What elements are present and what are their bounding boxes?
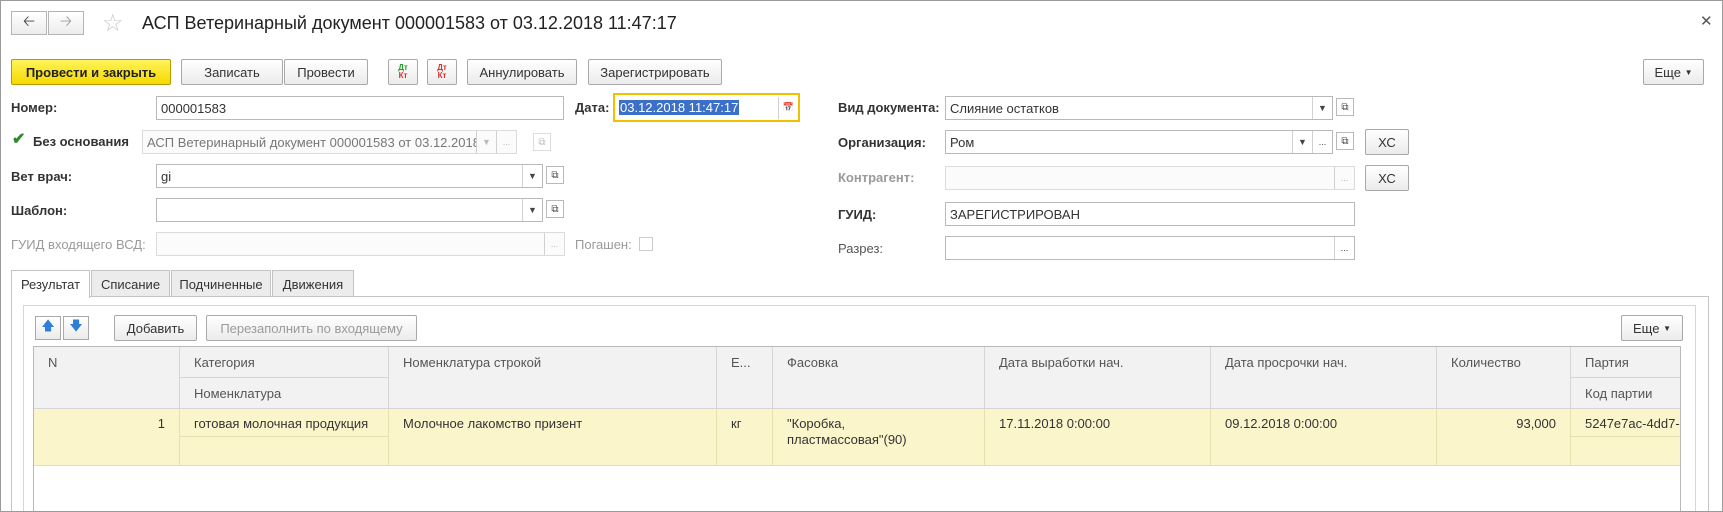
cell-batch[interactable]: 5247e7ac-4dd7-4 (1571, 409, 1680, 437)
incoming-guid-field[interactable]: ... (156, 232, 565, 256)
org-field[interactable]: Ром ▼ ... (945, 130, 1333, 154)
no-basis-checkbox[interactable]: ✔ (12, 129, 25, 149)
arrow-down-icon: 🡇 (69, 318, 83, 333)
template-label: Шаблон: (11, 203, 68, 218)
open-basis-icon[interactable]: ⧉ (533, 133, 551, 151)
open-vet-icon[interactable]: ⧉ (546, 166, 564, 184)
tab-writeoff[interactable]: Списание (91, 270, 170, 297)
move-down-button[interactable]: 🡇 (63, 316, 89, 340)
dropdown-icon[interactable]: ▼ (1292, 131, 1312, 153)
result-table[interactable]: N Категория Номенклатура Номенклатура ст… (33, 346, 1681, 512)
register-button[interactable]: Зарегистрировать (588, 59, 722, 85)
move-up-button[interactable]: 🡅 (35, 316, 61, 340)
cell-exp-date[interactable]: 09.12.2018 0:00:00 (1211, 409, 1437, 466)
select-ellipsis-icon[interactable]: ... (1312, 131, 1332, 153)
repaid-checkbox[interactable] (639, 237, 653, 251)
guid-label: ГУИД: (838, 207, 877, 222)
cell-nomenclature[interactable] (180, 437, 389, 466)
tab-subordinate[interactable]: Подчиненные (171, 270, 271, 297)
doc-type-label: Вид документа: (838, 100, 940, 115)
arrow-left-icon: 🡠 (22, 12, 36, 30)
date-label: Дата: (575, 100, 610, 115)
col-unit-header[interactable]: Е... (717, 347, 773, 409)
basis-field[interactable]: АСП Ветеринарный документ 000001583 от 0… (142, 130, 517, 154)
cell-batch-code[interactable] (1571, 437, 1680, 466)
chevron-down-icon: ▼ (1684, 67, 1693, 77)
doc-type-field[interactable]: Слияние остатков ▼ (945, 96, 1333, 120)
open-org-icon[interactable]: ⧉ (1336, 132, 1354, 150)
col-nomenclature-header[interactable]: Номенклатура (180, 378, 389, 409)
dropdown-icon[interactable]: ▼ (476, 131, 496, 153)
counterparty-xc-button[interactable]: ХС (1365, 165, 1409, 191)
col-exp-date-header[interactable]: Дата просрочки нач. (1211, 347, 1437, 409)
back-button[interactable]: 🡠 (11, 11, 47, 35)
col-packing-header[interactable]: Фасовка (773, 347, 985, 409)
cell-quantity[interactable]: 93,000 (1437, 409, 1571, 466)
cell-nomenclature-str[interactable]: Молочное лакомство призент (389, 409, 717, 466)
cell-unit[interactable]: кг (717, 409, 773, 466)
col-n-header[interactable]: N (34, 347, 180, 409)
counterparty-field[interactable]: ... (945, 166, 1355, 190)
refill-button[interactable]: Перезаполнить по входящему (206, 315, 417, 341)
arrow-right-icon: 🡢 (59, 12, 73, 30)
col-category-header[interactable]: Категория (180, 347, 389, 378)
guid-field[interactable]: ЗАРЕГИСТРИРОВАН (945, 202, 1355, 226)
dt-kt-postings-button[interactable]: Дт Кт (427, 59, 457, 85)
cell-packing[interactable]: "Коробка, пластмассовая"(90) (773, 409, 985, 466)
cell-category[interactable]: готовая молочная продукция (180, 409, 389, 437)
select-ellipsis-icon[interactable]: ... (544, 233, 564, 255)
org-label: Организация: (838, 135, 926, 150)
cell-prod-date[interactable]: 17.11.2018 0:00:00 (985, 409, 1211, 466)
org-xc-button[interactable]: ХС (1365, 129, 1409, 155)
col-quantity-header[interactable]: Количество (1437, 347, 1571, 409)
dt-kt-edit-icon: Дт Кт (437, 63, 447, 80)
dropdown-icon[interactable]: ▼ (1312, 97, 1332, 119)
select-ellipsis-icon[interactable]: ... (1334, 237, 1354, 259)
post-and-close-button[interactable]: Провести и закрыть (11, 59, 171, 85)
arrow-up-icon: 🡅 (41, 318, 55, 333)
date-field[interactable]: 03.12.2018 11:47:17 📅 (613, 93, 800, 122)
col-batch-code-header[interactable]: Код партии (1571, 378, 1680, 409)
select-ellipsis-icon[interactable]: ... (1334, 167, 1354, 189)
save-button[interactable]: Записать (181, 59, 283, 85)
dt-kt-report-button[interactable]: Дт Кт (388, 59, 418, 85)
annul-button[interactable]: Аннулировать (467, 59, 577, 85)
dropdown-icon[interactable]: ▼ (522, 199, 542, 221)
col-nomenclature-str-header[interactable]: Номенклатура строкой (389, 347, 717, 409)
close-icon[interactable]: ✕ (1700, 12, 1713, 30)
star-icon[interactable]: ☆ (102, 9, 124, 38)
more-button[interactable]: Еще ▼ (1643, 59, 1704, 85)
cell-n[interactable]: 1 (34, 409, 180, 466)
select-ellipsis-icon[interactable]: ... (496, 131, 516, 153)
add-row-button[interactable]: Добавить (114, 315, 197, 341)
page-title: АСП Ветеринарный документ 000001583 от 0… (142, 13, 677, 33)
counterparty-label: Контрагент: (838, 170, 915, 185)
vet-field[interactable]: gi ▼ (156, 164, 543, 188)
dropdown-icon[interactable]: ▼ (522, 165, 542, 187)
post-button[interactable]: Провести (284, 59, 368, 85)
open-doc-type-icon[interactable]: ⧉ (1336, 98, 1354, 116)
template-field[interactable]: ▼ (156, 198, 543, 222)
dt-kt-icon: Дт Кт (398, 63, 408, 80)
vet-label: Вет врач: (11, 169, 73, 184)
no-basis-label: Без основания (33, 134, 129, 149)
incoming-guid-label: ГУИД входящего ВСД: (11, 237, 146, 252)
tab-result[interactable]: Результат (11, 270, 90, 298)
calendar-icon[interactable]: 📅 (778, 96, 798, 119)
tab-movements[interactable]: Движения (272, 270, 354, 297)
chevron-down-icon: ▼ (1663, 323, 1671, 333)
col-batch-header[interactable]: Партия (1571, 347, 1680, 378)
forward-button[interactable]: 🡢 (48, 11, 84, 35)
section-label: Разрез: (838, 241, 884, 256)
section-field[interactable]: ... (945, 236, 1355, 260)
col-prod-date-header[interactable]: Дата выработки нач. (985, 347, 1211, 409)
repaid-label: Погашен: (575, 237, 632, 252)
open-template-icon[interactable]: ⧉ (546, 200, 564, 218)
number-field[interactable]: 000001583 (156, 96, 564, 120)
number-label: Номер: (11, 100, 58, 115)
table-more-button[interactable]: Еще ▼ (1621, 315, 1683, 341)
